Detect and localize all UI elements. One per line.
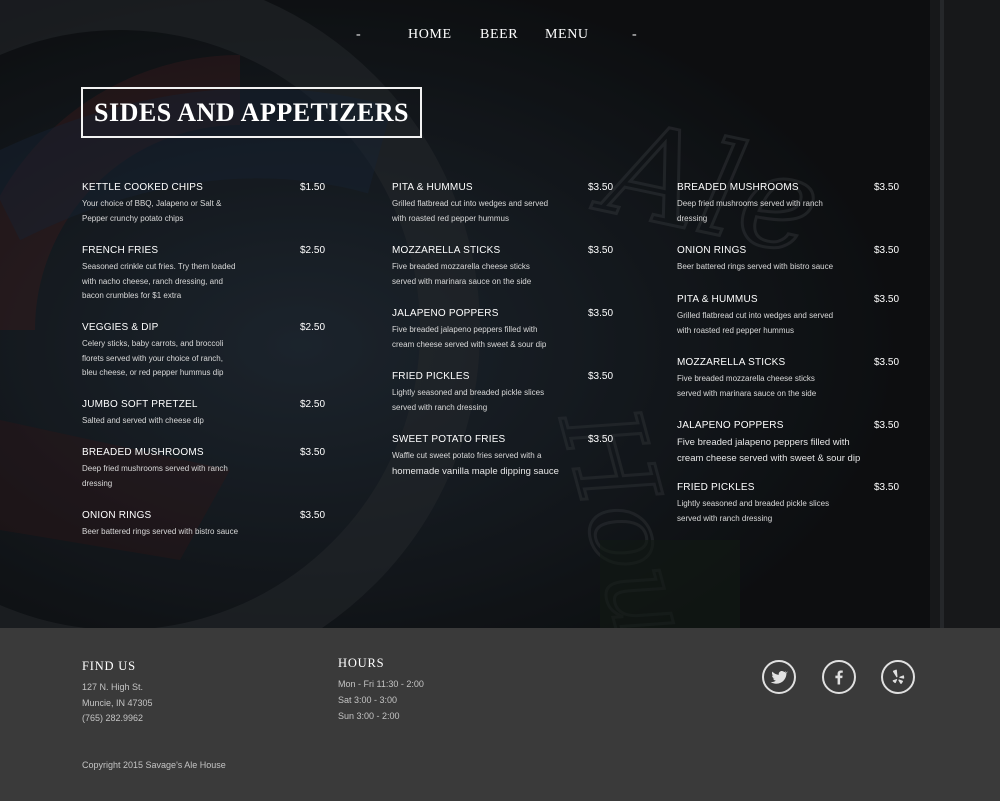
- item-price: $3.50: [588, 371, 614, 382]
- item-price: $3.50: [874, 357, 900, 368]
- item-description: Grilled flatbread cut into wedges and se…: [677, 311, 834, 335]
- item-price: $3.50: [588, 245, 614, 256]
- menu-item: BREADED MUSHROOMS $3.50 Deep fried mushr…: [82, 447, 326, 491]
- item-price: $3.50: [874, 420, 900, 431]
- item-price: $3.50: [874, 182, 900, 193]
- item-description: Waffle cut sweet potato fries served wit…: [392, 451, 542, 460]
- item-price: $2.50: [300, 245, 326, 256]
- yelp-link[interactable]: [881, 660, 915, 694]
- item-name: SWEET POTATO FRIES: [392, 434, 506, 445]
- facebook-icon: [835, 670, 843, 685]
- item-name: ONION RINGS: [82, 510, 152, 521]
- item-description: Your choice of BBQ, Jalapeno or Salt & P…: [82, 199, 222, 223]
- site-footer: FIND US 127 N. High St. Muncie, IN 47305…: [0, 628, 1000, 801]
- item-description: Deep fried mushrooms served with ranch d…: [82, 464, 228, 488]
- menu-item: JALAPENO POPPERS $3.50 Five breaded jala…: [677, 420, 899, 466]
- item-name: FRENCH FRIES: [82, 245, 159, 256]
- menu-item: VEGGIES & DIP $2.50 Celery sticks, baby …: [82, 322, 326, 381]
- item-description: Five breaded jalapeno peppers filled wit…: [677, 437, 861, 464]
- item-price: $3.50: [588, 182, 614, 193]
- hours-heading: HOURS: [338, 656, 385, 670]
- menu-item: FRIED PICKLES $3.50 Lightly seasoned and…: [392, 371, 614, 415]
- yelp-icon: [892, 669, 905, 684]
- item-description: Celery sticks, baby carrots, and broccol…: [82, 339, 224, 377]
- item-price: $3.50: [874, 245, 900, 256]
- address-line-1: 127 N. High St.: [82, 682, 144, 692]
- item-description: Deep fried mushrooms served with ranch d…: [677, 199, 823, 223]
- find-us-heading: FIND US: [82, 659, 136, 673]
- menu-item: SWEET POTATO FRIES $3.50 Waffle cut swee…: [392, 434, 614, 479]
- facebook-link[interactable]: [822, 660, 856, 694]
- menu-item: JALAPENO POPPERS $3.50 Five breaded jala…: [392, 308, 614, 352]
- item-description-cont: homemade vanilla maple dipping sauce: [392, 465, 559, 477]
- item-price: $2.50: [300, 322, 326, 333]
- item-name: JALAPENO POPPERS: [392, 308, 499, 319]
- item-name: JALAPENO POPPERS: [677, 420, 784, 431]
- menu-item: ONION RINGS $3.50 Beer battered rings se…: [82, 510, 326, 540]
- item-name: FRIED PICKLES: [677, 482, 755, 493]
- nav-dash-left: -: [356, 27, 361, 42]
- menu-item: MOZZARELLA STICKS $3.50 Five breaded moz…: [677, 357, 899, 401]
- item-price: $2.50: [300, 399, 326, 410]
- item-description: Lightly seasoned and breaded pickle slic…: [677, 499, 830, 523]
- main-nav: - HOME BEER MENU -: [0, 27, 1000, 45]
- nav-beer-link[interactable]: BEER: [480, 27, 518, 43]
- item-price: $3.50: [300, 510, 326, 521]
- item-description: Seasoned crinkle cut fries. Try them loa…: [82, 262, 236, 300]
- page-title: SIDES AND APPETIZERS: [81, 87, 422, 138]
- item-name: FRIED PICKLES: [392, 371, 470, 382]
- item-description: Salted and served with cheese dip: [82, 416, 204, 425]
- menu-item: ONION RINGS $3.50 Beer battered rings se…: [677, 245, 899, 275]
- item-name: ONION RINGS: [677, 245, 747, 256]
- phone-number[interactable]: (765) 282.9962: [82, 713, 143, 723]
- menu-item: FRIED PICKLES $3.50 Lightly seasoned and…: [677, 482, 899, 526]
- item-description: Five breaded mozzarella cheese sticks se…: [392, 262, 532, 286]
- item-name: PITA & HUMMUS: [392, 182, 473, 193]
- item-description: Five breaded mozzarella cheese sticks se…: [677, 374, 817, 398]
- item-description: Beer battered rings served with bistro s…: [82, 527, 239, 536]
- item-price: $3.50: [300, 447, 326, 458]
- item-name: BREADED MUSHROOMS: [677, 182, 799, 193]
- item-name: PITA & HUMMUS: [677, 294, 758, 305]
- item-price: $3.50: [874, 294, 900, 305]
- twitter-link[interactable]: [762, 660, 796, 694]
- menu-item: MOZZARELLA STICKS $3.50 Five breaded moz…: [392, 245, 614, 289]
- menu-item: PITA & HUMMUS $3.50 Grilled flatbread cu…: [677, 294, 899, 338]
- menu-item: BREADED MUSHROOMS $3.50 Deep fried mushr…: [677, 182, 899, 226]
- hours-weekday: Mon - Fri 11:30 - 2:00: [338, 679, 424, 689]
- item-price: $3.50: [874, 482, 900, 493]
- hero-section: Ale House - HOME BEER MENU - SIDES AND A…: [0, 0, 1000, 628]
- nav-menu-link[interactable]: MENU: [545, 27, 589, 43]
- item-name: BREADED MUSHROOMS: [82, 447, 204, 458]
- item-description: Five breaded jalapeno peppers filled wit…: [392, 325, 547, 349]
- item-name: KETTLE COOKED CHIPS: [82, 182, 204, 193]
- item-name: VEGGIES & DIP: [82, 322, 159, 333]
- menu-item: JUMBO SOFT PRETZEL $2.50 Salted and serv…: [82, 399, 326, 429]
- hours-sunday: Sun 3:00 - 2:00: [338, 711, 400, 721]
- item-price: $1.50: [300, 182, 326, 193]
- item-price: $3.50: [588, 308, 614, 319]
- menu-item: KETTLE COOKED CHIPS $1.50 Your choice of…: [82, 182, 326, 226]
- item-description: Grilled flatbread cut into wedges and se…: [392, 199, 549, 223]
- item-name: MOZZARELLA STICKS: [392, 245, 501, 256]
- menu-item: PITA & HUMMUS $3.50 Grilled flatbread cu…: [392, 182, 614, 226]
- item-name: JUMBO SOFT PRETZEL: [82, 399, 198, 410]
- item-description: Lightly seasoned and breaded pickle slic…: [392, 388, 545, 412]
- address-line-2: Muncie, IN 47305: [82, 698, 153, 708]
- nav-dash-right: -: [632, 27, 637, 42]
- item-name: MOZZARELLA STICKS: [677, 357, 786, 368]
- menu-item: FRENCH FRIES $2.50 Seasoned crinkle cut …: [82, 245, 326, 304]
- hours-saturday: Sat 3:00 - 3:00: [338, 695, 398, 705]
- twitter-icon: [770, 670, 788, 684]
- nav-home-link[interactable]: HOME: [408, 27, 452, 43]
- item-description: Beer battered rings served with bistro s…: [677, 262, 834, 271]
- copyright: Copyright 2015 Savage's Ale House: [82, 760, 226, 770]
- item-price: $3.50: [588, 434, 614, 445]
